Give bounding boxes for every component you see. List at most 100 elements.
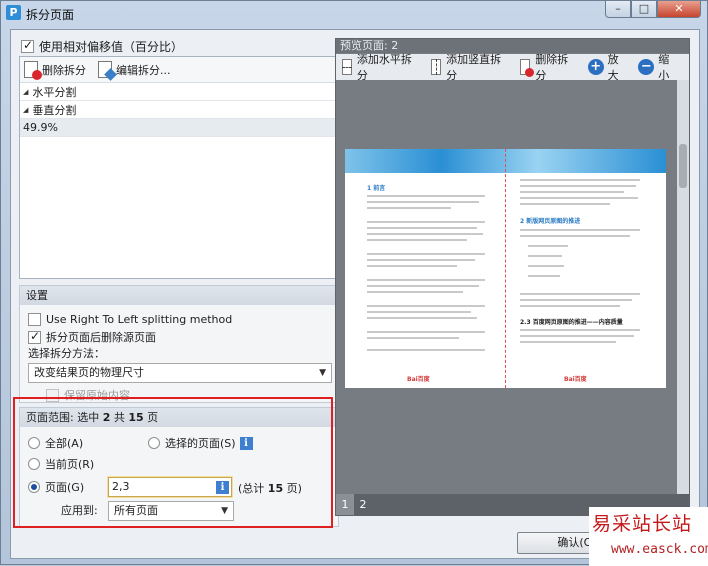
delete-split-label: 删除拆分 [42, 63, 86, 77]
collapse-triangle-icon[interactable]: ◢ [23, 88, 28, 96]
tree-item-label: 垂直分割 [32, 103, 77, 117]
preview-delete-label: 删除拆分 [535, 53, 569, 82]
preview-delete-split-button[interactable]: 删除拆分 [520, 51, 578, 83]
range-header-prefix: 页面范围: 选中 [26, 411, 100, 424]
total-suffix: 页) [286, 482, 302, 495]
apply-to-label: 应用到: [61, 504, 98, 517]
document-right-page: 2 新版网页原图的推进 2.3 百度网页原图的推进——内容质量 Bai百度 [506, 149, 666, 388]
title-bar[interactable]: P 拆分页面 – □ ✕ [1, 1, 707, 25]
add-vertical-split-button[interactable]: 添加竖直拆分 [431, 51, 511, 83]
keep-original-option: 保留原始内容 [20, 386, 338, 404]
page-tab-2[interactable]: 2 [354, 494, 372, 515]
chevron-down-icon: ▼ [221, 506, 228, 516]
add-horizontal-split-button[interactable]: 添加水平拆分 [342, 51, 422, 83]
watermark-url: www.easck.com [611, 542, 708, 557]
radio-pages-button[interactable] [28, 481, 40, 493]
keep-original-label: 保留原始内容 [64, 389, 130, 402]
split-method-label: 选择拆分方法： [28, 347, 105, 360]
edit-split-icon [98, 61, 117, 81]
preview-scrollbar[interactable] [677, 80, 689, 494]
preview-panel: 预览页面: 2 添加水平拆分 添加竖直拆分 删除拆分 + 放大 − 缩小 1 前… [335, 38, 690, 516]
zoom-in-icon: + [587, 59, 604, 75]
radio-current-page-label: 当前页(R) [45, 458, 95, 471]
close-icon: ✕ [674, 2, 684, 15]
radio-all[interactable]: 全部(A) [28, 434, 83, 452]
maximize-button[interactable]: □ [631, 1, 657, 18]
relative-offset-option[interactable]: 使用相对偏移值（百分比） [21, 37, 183, 55]
settings-section: 设置 Use Right To Left splitting method 拆分… [19, 285, 339, 403]
radio-current-page[interactable]: 当前页(R) [28, 455, 94, 473]
document-left-page: 1 前言 Bai百度 [345, 149, 505, 388]
close-button[interactable]: ✕ [657, 1, 701, 18]
tree-item-vertical[interactable]: ◢ 垂直分割 [20, 101, 338, 119]
delete-split-button[interactable]: 删除拆分 [24, 61, 86, 80]
add-horizontal-label: 添加水平拆分 [356, 53, 412, 82]
rtl-option[interactable]: Use Right To Left splitting method [20, 310, 338, 328]
window-controls: – □ ✕ [605, 1, 701, 18]
rtl-checkbox[interactable] [28, 312, 41, 326]
app-icon: P [6, 5, 21, 20]
delete-source-checkbox[interactable] [28, 329, 41, 344]
edit-split-button[interactable]: 编辑拆分... [98, 61, 171, 81]
radio-pages[interactable]: 页面(G) [28, 478, 84, 496]
preview-toolbar: 添加水平拆分 添加竖直拆分 删除拆分 + 放大 − 缩小 [336, 51, 689, 83]
tree-item-label: 水平分割 [32, 85, 77, 99]
tree-item-horizontal[interactable]: ◢ 水平分割 [20, 83, 338, 101]
settings-header: 设置 [20, 286, 338, 305]
chevron-down-icon: ▼ [319, 368, 326, 378]
total-pages-text: (总计 15 页) [238, 480, 302, 496]
split-list-box: 删除拆分 编辑拆分... ◢ 水平分割 ◢ 垂直分割 49.9% [19, 56, 339, 279]
radio-current-page-button[interactable] [28, 458, 40, 470]
rtl-label: Use Right To Left splitting method [46, 312, 233, 326]
maximize-icon: □ [638, 2, 650, 15]
info-icon[interactable]: i [239, 436, 253, 450]
delete-source-option[interactable]: 拆分页面后删除源页面 [20, 328, 338, 346]
radio-all-label: 全部(A) [45, 437, 84, 450]
radio-all-button[interactable] [28, 437, 40, 449]
preview-canvas[interactable]: 1 前言 Bai百度 2 新版网页原图的推进 2.3 百度网页原图的推进——内容… [336, 80, 677, 494]
tree-item-label: 49.9% [23, 121, 58, 134]
document-preview: 1 前言 Bai百度 2 新版网页原图的推进 2.3 百度网页原图的推进——内容… [345, 149, 666, 388]
scrollbar-thumb[interactable] [679, 144, 687, 188]
radio-pages-label: 页面(G) [45, 481, 85, 494]
radio-selected-pages[interactable]: 选择的页面(S) i [148, 434, 253, 452]
delete-source-label: 拆分页面后删除源页面 [46, 331, 156, 344]
baidu-logo: Bai百度 [407, 376, 430, 383]
zoom-out-button[interactable]: − 缩小 [638, 51, 680, 83]
minimize-icon: – [615, 2, 621, 15]
zoom-out-label: 缩小 [658, 53, 670, 82]
radio-selected-pages-label: 选择的页面(S) [165, 437, 236, 450]
split-method-value: 改变结果页的物理尺寸 [34, 366, 144, 379]
delete-split-icon [24, 61, 42, 80]
minimize-button[interactable]: – [605, 1, 631, 18]
range-header-suffix: 页 [147, 411, 159, 424]
horizontal-split-icon [342, 59, 352, 75]
left-panel: 使用相对偏移值（百分比） 删除拆分 编辑拆分... ◢ 水平分割 [19, 34, 341, 530]
dialog-body: 使用相对偏移值（百分比） 删除拆分 编辑拆分... ◢ 水平分割 [10, 29, 700, 559]
page-tab-1[interactable]: 1 [336, 494, 354, 515]
watermark: 易采站长站 www.easck.com [589, 507, 708, 566]
collapse-triangle-icon[interactable]: ◢ [23, 106, 28, 114]
edit-split-label: 编辑拆分... [116, 63, 171, 77]
keep-original-checkbox [46, 388, 59, 402]
tree-item-split-value[interactable]: 49.9% [20, 119, 338, 137]
relative-offset-checkbox[interactable] [21, 38, 34, 53]
window-title: 拆分页面 [26, 8, 75, 22]
apply-to-select[interactable]: 所有页面 ▼ [108, 501, 234, 521]
info-icon[interactable]: i [216, 481, 229, 494]
add-vertical-label: 添加竖直拆分 [446, 53, 502, 82]
total-prefix: (总计 [238, 482, 265, 495]
split-list-toolbar: 删除拆分 编辑拆分... [20, 57, 338, 83]
zoom-out-icon: − [638, 59, 655, 75]
page-range-header: 页面范围: 选中 2 共 15 页 [20, 408, 338, 427]
baidu-logo: Bai百度 [564, 376, 587, 383]
range-total-count: 15 [128, 411, 144, 424]
delete-split-icon [520, 59, 535, 77]
radio-selected-pages-button[interactable] [148, 437, 160, 449]
range-header-mid: 共 [113, 411, 125, 424]
zoom-in-button[interactable]: + 放大 [587, 51, 630, 83]
pages-input[interactable]: 2,3 i [108, 477, 232, 497]
split-method-select[interactable]: 改变结果页的物理尺寸 ▼ [28, 363, 332, 383]
relative-offset-label: 使用相对偏移值（百分比） [39, 39, 184, 54]
total-count: 15 [267, 482, 284, 495]
